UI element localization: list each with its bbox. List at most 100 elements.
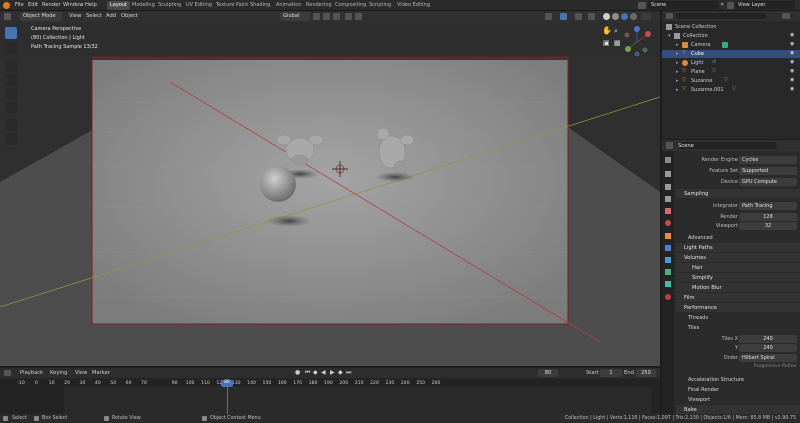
rotate-tool-icon[interactable] [5, 74, 17, 86]
tiles-x-field[interactable]: 240 [739, 335, 797, 343]
tab-video-editing[interactable]: Video Editing [394, 1, 433, 10]
view-layer-icon[interactable] [727, 2, 734, 9]
menu-help[interactable]: Help [85, 2, 97, 8]
pan-hand-icon[interactable]: ✋ [602, 26, 612, 35]
snap-target-icon[interactable] [333, 13, 340, 20]
camera-view-icon[interactable]: ▣ [603, 39, 610, 47]
menu-select[interactable]: Select [83, 12, 105, 21]
subpanel-tiles[interactable]: Tiles [682, 323, 800, 332]
expand-icon[interactable]: ▸ [676, 60, 679, 66]
subpanel-threads[interactable]: Threads [682, 313, 800, 322]
scene-selector[interactable]: Scene [648, 1, 718, 9]
eye-icon[interactable]: ◉ [790, 50, 794, 56]
subpanel-viewport[interactable]: Viewport [682, 395, 800, 404]
integrator-dropdown[interactable]: Path Tracing [739, 202, 797, 210]
panel-motion-blur[interactable]: Motion Blur [676, 283, 800, 292]
shading-wireframe-icon[interactable] [630, 13, 637, 20]
tab-layout[interactable]: Layout [107, 1, 130, 10]
scene-close-icon[interactable]: ✕ [720, 2, 724, 8]
panel-simplify[interactable]: Simplify [676, 273, 800, 282]
panel-volumes[interactable]: Volumes [676, 253, 800, 262]
outliner-search-input[interactable] [676, 13, 766, 19]
snap-icon[interactable] [323, 13, 330, 20]
scene-icon[interactable] [638, 2, 646, 9]
scale-tool-icon[interactable] [5, 88, 17, 100]
panel-light-paths[interactable]: Light Paths [676, 243, 800, 252]
view-layer-tab-icon[interactable] [665, 196, 671, 202]
tab-compositing[interactable]: Compositing [332, 1, 369, 10]
tiles-y-field[interactable]: 240 [739, 344, 797, 352]
menu-render[interactable]: Render [42, 2, 60, 8]
properties-editor-icon[interactable] [666, 142, 673, 149]
outliner-row-light[interactable]: ▸ Light ⊙ ◉ [662, 59, 800, 67]
tab-modeling[interactable]: Modeling [129, 1, 158, 10]
viewport-scene[interactable] [0, 22, 660, 366]
expand-icon[interactable]: ▸ [676, 69, 679, 75]
outliner-row-plane[interactable]: ▸ ▽ Plane ▽ ◉ [662, 68, 800, 76]
eye-icon[interactable]: ◉ [790, 77, 794, 83]
render-samples-field[interactable]: 128 [739, 213, 797, 221]
transform-tool-icon[interactable] [5, 102, 17, 114]
transform-orientation[interactable]: Global [280, 12, 310, 21]
shading-options-icon[interactable] [641, 13, 651, 20]
menu-add[interactable]: Add [103, 12, 119, 21]
eye-icon[interactable]: ◉ [790, 32, 794, 38]
panel-bake[interactable]: Bake [676, 405, 800, 414]
filter-icon[interactable] [782, 13, 790, 19]
feature-set-dropdown[interactable]: Supported [739, 167, 797, 175]
shading-material-icon[interactable] [612, 13, 619, 20]
outliner-row-suzanne[interactable]: ▸ ▽ Suzanne ▽ ◉ [662, 77, 800, 85]
menu-view[interactable]: View [66, 12, 84, 21]
physics-tab-icon[interactable] [665, 269, 671, 275]
shading-solid-icon[interactable] [603, 13, 610, 20]
expand-icon[interactable]: ▸ [676, 78, 679, 84]
falloff-icon[interactable] [355, 13, 362, 20]
menu-edit[interactable]: Edit [28, 2, 38, 8]
object-tab-icon[interactable] [665, 233, 671, 239]
order-dropdown[interactable]: Hilbert Spiral [739, 354, 797, 362]
scene-tab-icon[interactable] [665, 208, 671, 214]
playhead[interactable]: 80 [221, 380, 233, 387]
outliner-row-camera[interactable]: ▸ Camera ◉ [662, 41, 800, 49]
move-tool-icon[interactable] [5, 60, 17, 72]
visibility-icon[interactable] [545, 13, 552, 20]
eye-icon[interactable]: ◉ [790, 68, 794, 74]
tab-shading[interactable]: Shading [247, 1, 273, 10]
viewport-samples-field[interactable]: 32 [739, 222, 797, 230]
material-tab-icon[interactable] [665, 294, 671, 300]
editor-type-icon[interactable] [4, 13, 11, 20]
menu-window[interactable]: Window [63, 2, 83, 8]
tab-sculpting[interactable]: Sculpting [155, 1, 184, 10]
shading-rendered-icon[interactable] [621, 13, 628, 20]
tab-uv-editing[interactable]: UV Editing [183, 1, 215, 10]
expand-icon[interactable]: ▸ [676, 87, 679, 93]
view-layer-selector[interactable]: View Layer [735, 1, 795, 9]
subpanel-acceleration[interactable]: Acceleration Structure [682, 375, 800, 384]
panel-hair[interactable]: Hair [676, 263, 800, 272]
particles-tab-icon[interactable] [665, 257, 671, 263]
render-tab-icon[interactable] [665, 171, 671, 177]
outliner-row-collection[interactable]: ▾ Collection ◉ [662, 32, 800, 40]
render-engine-dropdown[interactable]: Cycles [739, 156, 797, 164]
panel-film[interactable]: Film [676, 293, 800, 302]
cursor-tool-icon[interactable] [5, 42, 17, 54]
outliner-row-suzanne-001[interactable]: ▸ ▽ Suzanne.001 ▽ ◉ [662, 86, 800, 94]
blender-logo-icon[interactable] [3, 2, 10, 9]
output-tab-icon[interactable] [665, 184, 671, 190]
mode-selector[interactable]: Object Mode [20, 12, 62, 21]
tab-rendering[interactable]: Rendering [303, 1, 335, 10]
outliner-row-scene-collection[interactable]: Scene Collection [662, 23, 800, 31]
progressive-refine-checkbox[interactable]: Progressive Refine [754, 364, 796, 369]
overlay-toggle-icon[interactable] [575, 13, 582, 20]
panel-sampling[interactable]: Sampling [676, 189, 800, 198]
annotate-tool-icon[interactable] [5, 119, 17, 131]
tab-animation[interactable]: Animation [273, 1, 305, 10]
tool-tab-icon[interactable] [665, 157, 671, 163]
outliner-row-cube[interactable]: ▸ ▽ Cube ◉ [662, 50, 800, 58]
data-tab-icon[interactable] [665, 281, 671, 287]
3d-viewport[interactable]: Camera Perspective (80) Collection | Lig… [0, 22, 660, 366]
select-box-tool-icon[interactable] [5, 27, 17, 39]
xray-icon[interactable] [588, 13, 595, 20]
device-dropdown[interactable]: GPU Compute [739, 178, 797, 186]
expand-icon[interactable]: ▸ [676, 51, 679, 57]
